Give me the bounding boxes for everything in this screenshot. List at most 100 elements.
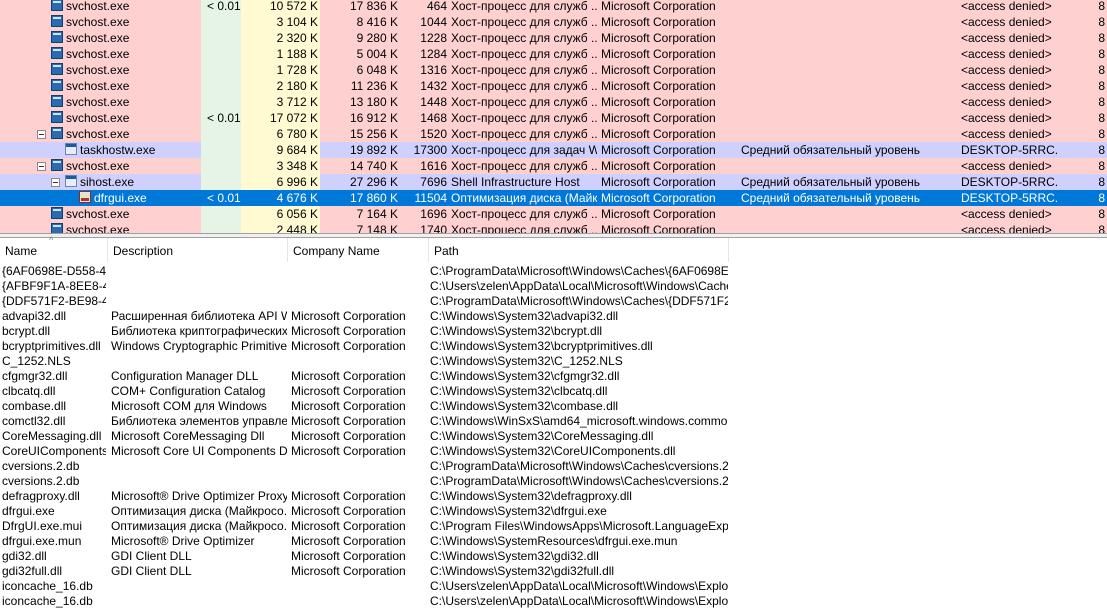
process-tree-cell: dfrgui.exe bbox=[0, 190, 200, 206]
working-set-cell: 19 892 K bbox=[349, 143, 398, 157]
dll-description-cell: Библиотека криптографических... bbox=[111, 324, 287, 338]
column-header-path[interactable]: Path bbox=[429, 238, 729, 262]
column-header-name[interactable]: Name bbox=[0, 238, 108, 262]
dll-path-cell: C:\Windows\System32\clbcatq.dll bbox=[430, 384, 608, 398]
dll-row[interactable]: iconcache_16.db C:\Users\zelen\AppData\Lo… bbox=[0, 579, 1107, 594]
collapse-toggle-icon[interactable] bbox=[37, 130, 46, 139]
process-row[interactable]: svchost.exe 1 188 K 5 004 K 1284 Хост-процес… bbox=[0, 46, 1107, 62]
collapse-toggle-icon[interactable] bbox=[37, 162, 46, 171]
dll-description-cell: Оптимизация диска (Майкросо... bbox=[111, 519, 287, 533]
dll-row[interactable]: advapi32.dll Расширенная библиотека API W… bbox=[0, 309, 1107, 324]
private-bytes-cell: 1 728 K bbox=[276, 63, 318, 77]
dll-row[interactable]: {6AF0698E-D558-4... C:\ProgramData\Micros… bbox=[0, 264, 1107, 279]
session-cell: 8 bbox=[1098, 127, 1105, 141]
working-set-cell: 6 048 K bbox=[356, 63, 398, 77]
process-tree-cell: svchost.exe bbox=[0, 94, 200, 110]
process-tree-cell: svchost.exe bbox=[0, 110, 200, 126]
process-row[interactable]: svchost.exe < 0.01 10 572 K 17 836 K 464 Хост… bbox=[0, 0, 1107, 14]
dll-company-cell: Microsoft Corporation bbox=[291, 309, 406, 323]
dll-name-cell: dfrgui.exe.mun bbox=[2, 534, 82, 548]
dll-row[interactable]: clbcatq.dll COM+ Configuration Catalog Mic… bbox=[0, 384, 1107, 399]
integrity-cell: Средний обязательный уровень bbox=[741, 175, 920, 189]
dll-name-cell: cversions.2.db bbox=[2, 474, 80, 488]
session-cell: 8 bbox=[1098, 15, 1105, 29]
description-cell: Хост-процесс для служб ... bbox=[451, 15, 597, 29]
dll-row[interactable]: iconcache_16.db C:\Users\zelen\AppData\Lo… bbox=[0, 594, 1107, 609]
description-cell: Хост-процесс для служб ... bbox=[451, 159, 597, 173]
dll-row[interactable]: bcrypt.dll Библиотека криптографических..… bbox=[0, 324, 1107, 339]
dll-path-cell: C:\Windows\System32\cfgmgr32.dll bbox=[430, 369, 620, 383]
cpu-cell: < 0.01 bbox=[207, 191, 241, 205]
dll-description-cell bbox=[111, 459, 287, 474]
working-set-cell: 16 912 K bbox=[349, 111, 398, 125]
dll-row[interactable]: comctl32.dll Библиотека элементов управле… bbox=[0, 414, 1107, 429]
dll-description-cell: GDI Client DLL bbox=[111, 549, 192, 563]
dll-row[interactable]: defragproxy.dll Microsoft® Drive Optimize… bbox=[0, 489, 1107, 504]
user-cell: DESKTOP-5RRC... bbox=[961, 191, 1057, 205]
process-tree[interactable]: svchost.exe < 0.01 10 572 K 17 836 K 464 Хост… bbox=[0, 0, 1107, 233]
dll-row[interactable]: dfrgui.exe Оптимизация диска (Майкросо...… bbox=[0, 504, 1107, 519]
process-row[interactable]: svchost.exe 2 448 K 7 148 K 1740 Хост-процес… bbox=[0, 222, 1107, 233]
dll-row[interactable]: CoreMessaging.dll Microsoft CoreMessaging… bbox=[0, 429, 1107, 444]
cpu-cell bbox=[207, 126, 241, 142]
company-cell: Microsoft Corporation bbox=[601, 223, 716, 233]
process-row[interactable]: svchost.exe 2 180 K 11 236 K 1432 Хост-проце… bbox=[0, 78, 1107, 94]
process-name: svchost.exe bbox=[66, 207, 130, 221]
integrity-cell: Средний обязательный уровень bbox=[741, 143, 920, 157]
dll-row[interactable]: DfrgUI.exe.mui Оптимизация диска (Майкрос… bbox=[0, 519, 1107, 534]
dll-row[interactable]: {AFBF9F1A-8EE8-4... C:\Users\zelen\AppDat… bbox=[0, 279, 1107, 294]
description-cell: Хост-процесс для служб ... bbox=[451, 207, 597, 221]
process-tree-cell: svchost.exe bbox=[0, 14, 200, 30]
dll-row[interactable]: C_1252.NLS C:\Windows\System32\C_1252.NLS bbox=[0, 354, 1107, 369]
integrity-cell bbox=[741, 46, 955, 62]
user-cell: <access denied> bbox=[961, 223, 1052, 233]
dll-row[interactable]: cversions.2.db C:\ProgramData\Microsoft\W… bbox=[0, 474, 1107, 489]
process-row[interactable]: svchost.exe 3 348 K 14 740 K 1616 Хост-проце… bbox=[0, 158, 1107, 174]
dll-name-cell: dfrgui.exe bbox=[2, 504, 55, 518]
column-header-company[interactable]: Company Name bbox=[288, 238, 429, 262]
dll-row[interactable]: combase.dll Microsoft COM для Windows Micr… bbox=[0, 399, 1107, 414]
svc-icon bbox=[51, 127, 63, 139]
dll-name-cell: CoreMessaging.dll bbox=[2, 429, 102, 443]
integrity-cell bbox=[741, 110, 955, 126]
dll-path-cell: C:\Windows\System32\dfrgui.exe bbox=[430, 504, 607, 518]
dll-company-cell bbox=[291, 264, 425, 279]
process-row[interactable]: svchost.exe 6 780 K 15 256 K 1520 Хост-проце… bbox=[0, 126, 1107, 142]
dll-list: {6AF0698E-D558-4... C:\ProgramData\Micros… bbox=[0, 264, 1107, 609]
process-row[interactable]: svchost.exe < 0.01 17 072 K 16 912 K 1468 Хос… bbox=[0, 110, 1107, 126]
dll-path-cell: C:\ProgramData\Microsoft\Windows\Caches\… bbox=[430, 474, 728, 488]
process-row[interactable]: svchost.exe 3 104 K 8 416 K 1044 Хост-процес… bbox=[0, 14, 1107, 30]
session-cell: 8 bbox=[1098, 111, 1105, 125]
private-bytes-cell: 10 572 K bbox=[269, 0, 318, 13]
process-row[interactable]: svchost.exe 1 728 K 6 048 K 1316 Хост-процес… bbox=[0, 62, 1107, 78]
private-bytes-cell: 2 448 K bbox=[276, 223, 318, 233]
dll-company-cell: Microsoft Corporation bbox=[291, 429, 406, 443]
dll-row[interactable]: {DDF571F2-BE98-4... C:\ProgramData\Micros… bbox=[0, 294, 1107, 309]
dll-path-cell: C:\Windows\System32\bcrypt.dll bbox=[430, 324, 603, 338]
dll-row[interactable]: cversions.2.db C:\ProgramData\Microsoft\W… bbox=[0, 459, 1107, 474]
pid-cell: 1520 bbox=[420, 127, 447, 141]
dll-row[interactable]: gdi32full.dll GDI Client DLL Microsoft Cor… bbox=[0, 564, 1107, 579]
user-cell: <access denied> bbox=[961, 31, 1052, 45]
process-row[interactable]: svchost.exe 6 056 K 7 164 K 1696 Хост-процес… bbox=[0, 206, 1107, 222]
dll-row[interactable]: dfrgui.exe.mun Microsoft® Drive Optimizer… bbox=[0, 534, 1107, 549]
process-row[interactable]: taskhostw.exe 9 684 K 19 892 K 17300 Хост-пр… bbox=[0, 142, 1107, 158]
process-row-selected[interactable]: dfrgui.exe < 0.01 4 676 K 17 860 K 11504 Опти… bbox=[0, 190, 1107, 206]
process-name: svchost.exe bbox=[66, 223, 130, 233]
dll-row[interactable]: CoreUIComponents.... Microsoft Core UI Co… bbox=[0, 444, 1107, 459]
process-row[interactable]: sihost.exe 6 996 K 27 296 K 7696 Shell Infra… bbox=[0, 174, 1107, 190]
description-cell: Хост-процесс для служб ... bbox=[451, 0, 597, 13]
process-row[interactable]: svchost.exe 2 320 K 9 280 K 1228 Хост-процес… bbox=[0, 30, 1107, 46]
dll-company-cell: Microsoft Corporation bbox=[291, 444, 406, 458]
integrity-cell bbox=[741, 158, 955, 174]
private-bytes-cell: 4 676 K bbox=[276, 191, 318, 205]
column-header-description[interactable]: Description bbox=[108, 238, 288, 262]
session-cell: 8 bbox=[1098, 31, 1105, 45]
dll-row[interactable]: cfgmgr32.dll Configuration Manager DLL Mic… bbox=[0, 369, 1107, 384]
dll-row[interactable]: bcryptprimitives.dll Windows Cryptographi… bbox=[0, 339, 1107, 354]
dll-row[interactable]: gdi32.dll GDI Client DLL Microsoft Corpora… bbox=[0, 549, 1107, 564]
collapse-toggle-icon[interactable] bbox=[51, 178, 60, 187]
user-cell: <access denied> bbox=[961, 0, 1052, 13]
dll-company-cell bbox=[291, 474, 425, 489]
process-row[interactable]: svchost.exe 3 712 K 13 180 K 1448 Хост-проце… bbox=[0, 94, 1107, 110]
